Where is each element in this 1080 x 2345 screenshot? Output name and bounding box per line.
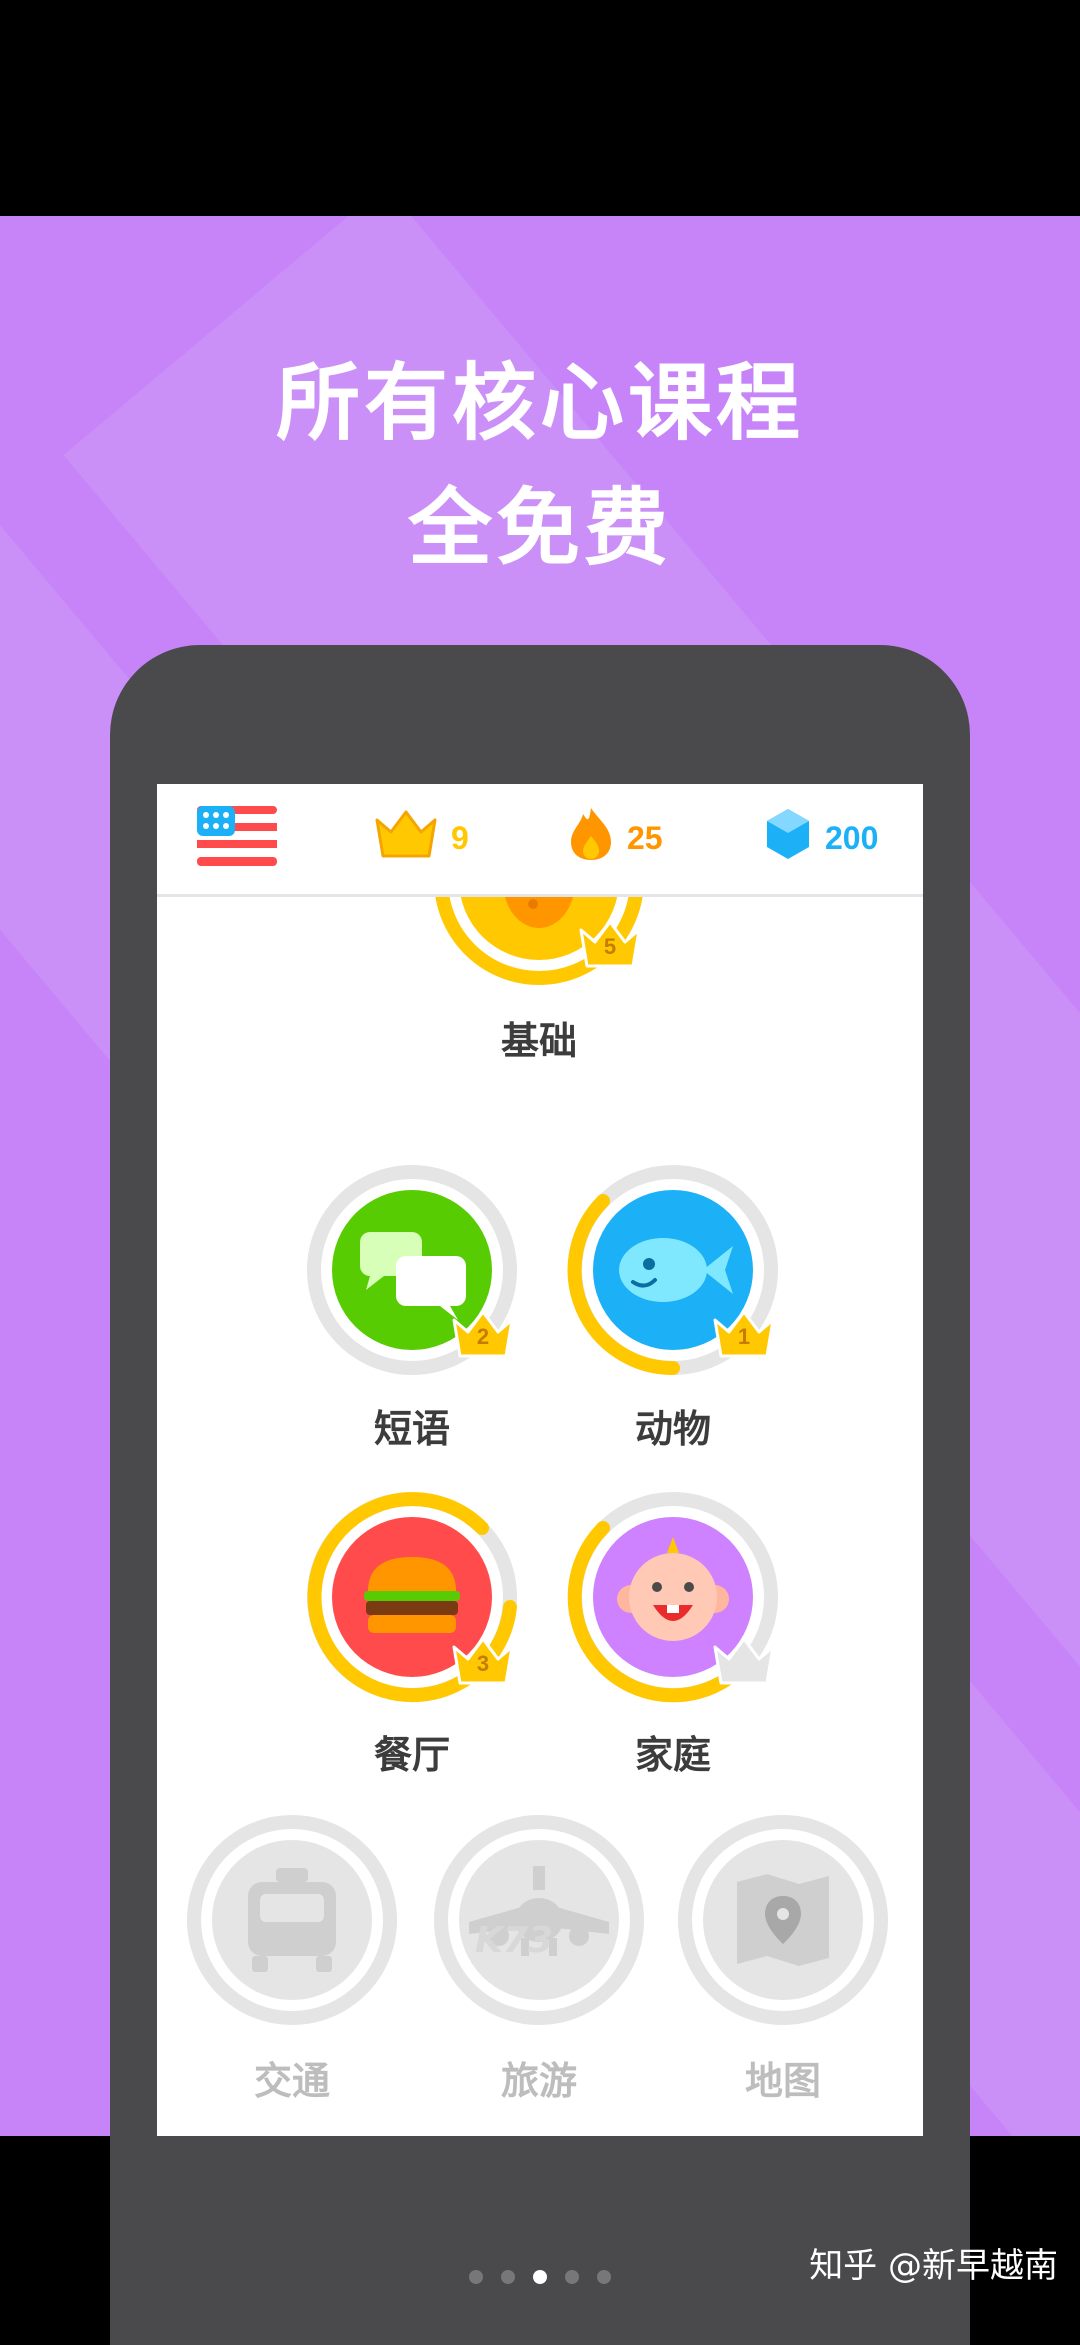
skill-crown-badge: 3	[452, 1637, 514, 1687]
page-dot[interactable]	[469, 2270, 483, 2284]
status-bar	[0, 0, 1080, 216]
page-dot[interactable]	[565, 2270, 579, 2284]
crown-counter[interactable]: 9	[375, 806, 469, 870]
page-dot[interactable]	[533, 2270, 547, 2284]
flame-icon	[569, 806, 613, 870]
k73-watermark: K73	[475, 1920, 553, 1961]
skill-label: 家庭	[634, 1733, 711, 1777]
skill-transport-locked[interactable]: 交通	[182, 1810, 402, 2103]
skill-level: 1	[737, 1324, 751, 1349]
skill-crown-badge: 2	[452, 1310, 514, 1360]
skill-family[interactable]: 家庭	[563, 1487, 783, 1777]
zhihu-watermark: 知乎 @新早越南	[809, 2246, 1058, 2286]
skill-restaurant[interactable]: 3 餐厅	[302, 1487, 522, 1777]
skill-map-locked[interactable]: 地图	[673, 1810, 893, 2103]
gem-icon	[765, 807, 811, 869]
page-dot[interactable]	[501, 2270, 515, 2284]
skill-label: 餐厅	[373, 1733, 450, 1777]
skill-label: 动物	[634, 1407, 711, 1451]
skill-label: 短语	[373, 1407, 450, 1451]
skill-phrases[interactable]: 2 短语	[302, 1160, 522, 1451]
streak-count: 25	[627, 819, 663, 856]
app-screen: 9 25 200 K73 5 基础 2 短语 1 动物 3 餐厅 家庭 交通 旅…	[157, 784, 923, 2136]
skill-crown-badge	[713, 1637, 775, 1687]
skill-level: 5	[603, 934, 617, 959]
headline-line-2: 全免费	[407, 479, 672, 577]
page-dot[interactable]	[597, 2270, 611, 2284]
skill-label: 地图	[744, 2059, 821, 2103]
headline-line-1: 所有核心课程	[275, 354, 804, 452]
stats-bar: 9 25 200	[157, 784, 923, 897]
skill-label: 基础	[500, 1019, 577, 1063]
gem-count: 200	[825, 819, 879, 856]
skill-level: 2	[476, 1324, 490, 1349]
skill-animals[interactable]: 1 动物	[563, 1160, 783, 1451]
us-flag-icon[interactable]	[197, 806, 277, 870]
skill-crown-badge: 1	[713, 1310, 775, 1360]
crown-icon	[375, 810, 437, 866]
streak-counter[interactable]: 25	[569, 806, 663, 870]
gem-counter[interactable]: 200	[765, 806, 878, 870]
taxi-icon	[212, 1840, 372, 2000]
crown-count: 9	[451, 819, 469, 856]
skill-level: 3	[476, 1651, 490, 1676]
map-pin-icon	[703, 1840, 863, 2000]
skill-crown-badge: 5	[579, 920, 641, 970]
